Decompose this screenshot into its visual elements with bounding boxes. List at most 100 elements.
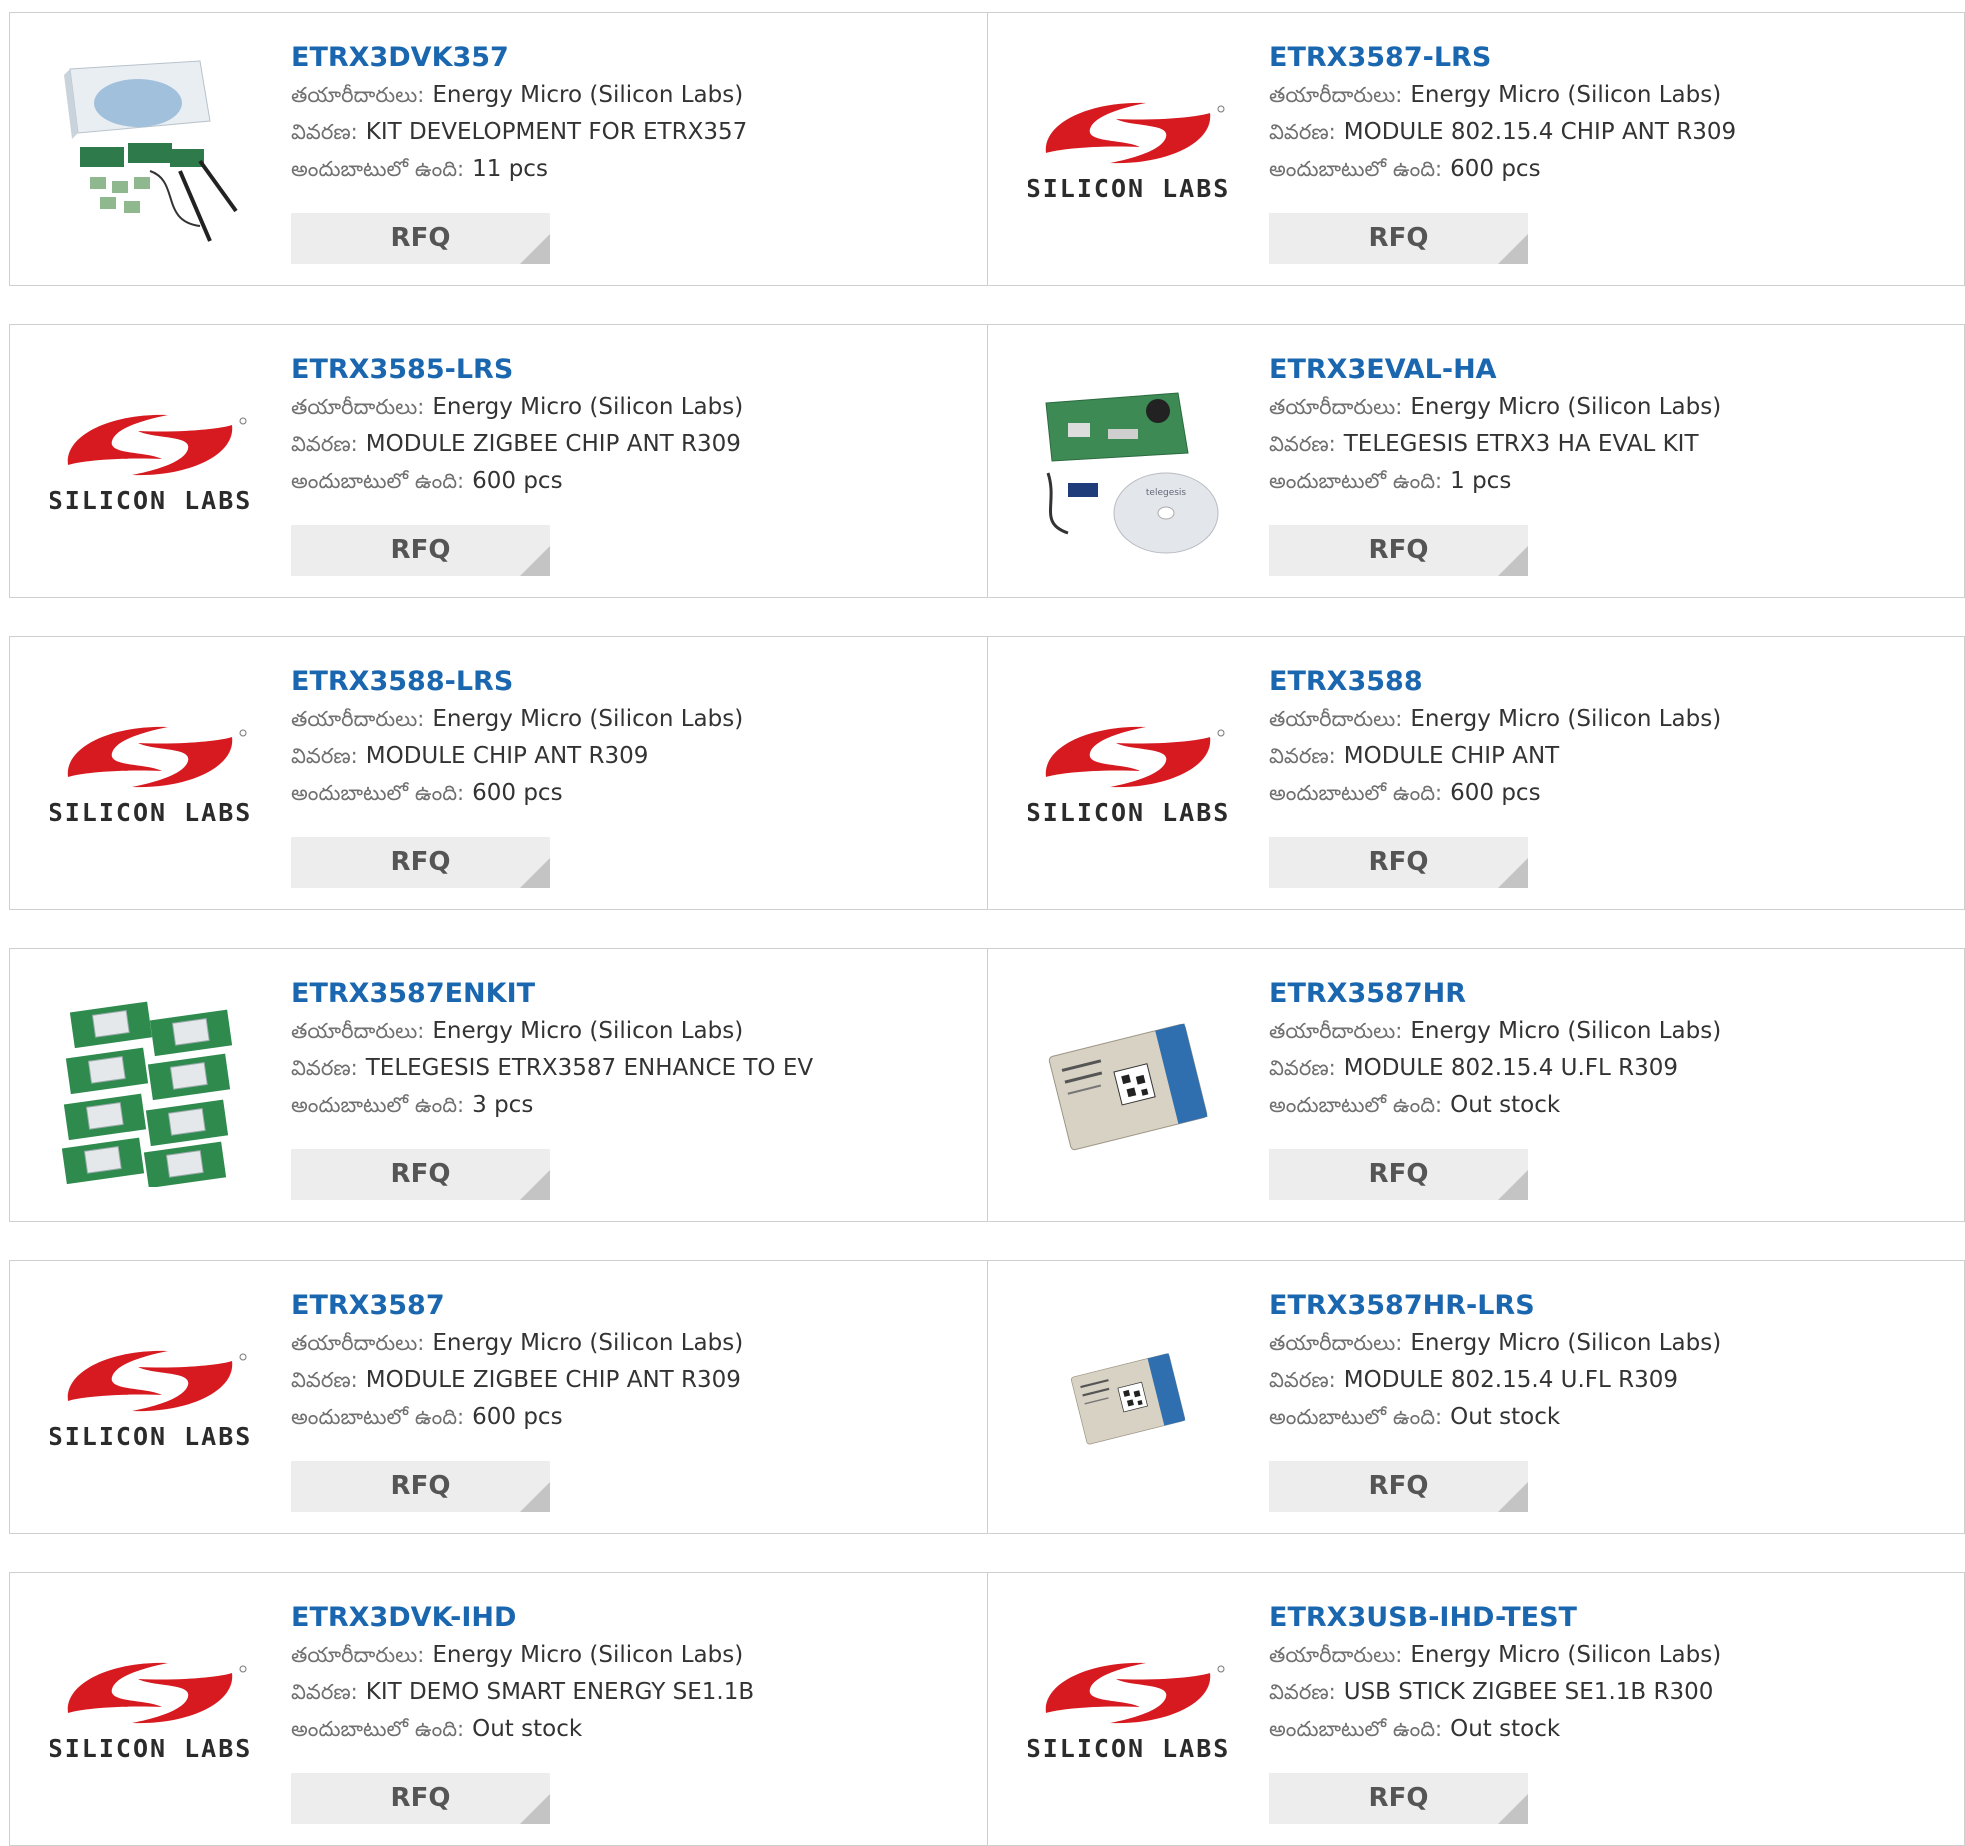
silicon-labs-logo[interactable]: SILICON LABS	[50, 675, 250, 875]
rfq-corner-triangle	[1498, 1170, 1528, 1200]
manufacturer-value: Energy Micro (Silicon Labs)	[432, 394, 744, 420]
rfq-corner-triangle	[1498, 1794, 1528, 1824]
rfq-button[interactable]: RFQ	[291, 525, 550, 576]
description-value: TELEGESIS ETRX3 HA EVAL KIT	[1343, 431, 1699, 457]
description-value: KIT DEMO SMART ENERGY SE1.1B	[365, 1679, 755, 1705]
manufacturer-value: Energy Micro (Silicon Labs)	[432, 1642, 744, 1668]
manufacturer-line: తయారీదారులు: Energy Micro (Silicon Labs)	[1269, 77, 1954, 114]
manufacturer-label: తయారీదారులు:	[1269, 707, 1403, 731]
silicon-labs-logo[interactable]: SILICON LABS	[50, 363, 250, 563]
rfq-corner-triangle	[520, 858, 550, 888]
product-part-link[interactable]: ETRX3588	[1269, 663, 1954, 701]
product-part-link[interactable]: ETRX3585-LRS	[291, 351, 977, 389]
description-value: TELEGESIS ETRX3587 ENHANCE TO EV	[365, 1055, 814, 1081]
product-part-link[interactable]: ETRX3587HR-LRS	[1269, 1287, 1954, 1325]
dev-kit-box-image[interactable]	[50, 51, 250, 251]
manufacturer-line: తయారీదారులు: Energy Micro (Silicon Labs)	[291, 77, 977, 114]
stock-line: అందుబాటులో ఉంది: 1 pcs	[1269, 463, 1954, 500]
manufacturer-line: తయారీదారులు: Energy Micro (Silicon Labs)	[1269, 701, 1954, 738]
manufacturer-line: తయారీదారులు: Energy Micro (Silicon Labs)	[1269, 1013, 1954, 1050]
rfq-corner-triangle	[1498, 858, 1528, 888]
stock-line: అందుబాటులో ఉంది: Out stock	[291, 1711, 977, 1748]
manufacturer-value: Energy Micro (Silicon Labs)	[1410, 1330, 1722, 1356]
stock-value: 11 pcs	[472, 156, 548, 182]
product-grid: ETRX3DVK357 తయారీదారులు: Energy Micro (Sil…	[0, 0, 1965, 1846]
description-line: వివరణ: MODULE ZIGBEE CHIP ANT R309	[291, 426, 977, 463]
description-label: వివరణ:	[291, 1368, 358, 1392]
stock-line: అందుబాటులో ఉంది: Out stock	[1269, 1087, 1954, 1124]
product-row: SILICON LABS ETRX3585-LRS తయారీదారులు: Ener…	[9, 324, 1965, 598]
rfq-button[interactable]: RFQ	[291, 837, 550, 888]
stock-line: అందుబాటులో ఉంది: 600 pcs	[291, 463, 977, 500]
rfq-button[interactable]: RFQ	[291, 1461, 550, 1512]
rfq-corner-triangle	[520, 546, 550, 576]
product-card: ETRX3587HR తయారీదారులు: Energy Micro (Sili…	[987, 949, 1964, 1221]
manufacturer-line: తయారీదారులు: Energy Micro (Silicon Labs)	[291, 701, 977, 738]
product-card: SILICON LABS ETRX3588-LRS తయారీదారులు: Ener…	[10, 637, 987, 909]
rfq-corner-triangle	[1498, 546, 1528, 576]
product-part-link[interactable]: ETRX3588-LRS	[291, 663, 977, 701]
manufacturer-line: తయారీదారులు: Energy Micro (Silicon Labs)	[291, 1013, 977, 1050]
silicon-labs-logo[interactable]: SILICON LABS	[1028, 1611, 1228, 1811]
product-row: ETRX3587ENKIT తయారీదారులు: Energy Micro (S…	[9, 948, 1965, 1222]
rf-module-image[interactable]	[1028, 987, 1228, 1187]
product-part-link[interactable]: ETRX3587HR	[1269, 975, 1954, 1013]
stock-line: అందుబాటులో ఉంది: 600 pcs	[291, 1399, 977, 1436]
product-card: ETRX3DVK357 తయారీదారులు: Energy Micro (Sil…	[10, 13, 987, 285]
product-info: ETRX3587HR-LRS తయారీదారులు: Energy Micro (…	[1269, 1287, 1954, 1436]
manufacturer-value: Energy Micro (Silicon Labs)	[432, 1330, 744, 1356]
rfq-button[interactable]: RFQ	[291, 1149, 550, 1200]
product-part-link[interactable]: ETRX3USB-IHD-TEST	[1269, 1599, 1954, 1637]
stock-label: అందుబాటులో ఉంది:	[291, 469, 465, 493]
product-info: ETRX3588-LRS తయారీదారులు: Energy Micro (Si…	[291, 663, 977, 812]
description-value: KIT DEVELOPMENT FOR ETRX357	[365, 119, 748, 145]
module-boards-image[interactable]	[50, 987, 250, 1187]
manufacturer-line: తయారీదారులు: Energy Micro (Silicon Labs)	[291, 1637, 977, 1674]
silicon-labs-logo[interactable]: SILICON LABS	[50, 1611, 250, 1811]
description-line: వివరణ: MODULE 802.15.4 CHIP ANT R309	[1269, 114, 1954, 151]
stock-line: అందుబాటులో ఉంది: 600 pcs	[1269, 775, 1954, 812]
rfq-button[interactable]: RFQ	[1269, 1149, 1528, 1200]
silicon-labs-logo[interactable]: SILICON LABS	[50, 1299, 250, 1499]
rfq-button[interactable]: RFQ	[1269, 1461, 1528, 1512]
stock-line: అందుబాటులో ఉంది: Out stock	[1269, 1399, 1954, 1436]
silicon-labs-logo[interactable]: SILICON LABS	[1028, 51, 1228, 251]
rf-module-small-image[interactable]	[1028, 1299, 1228, 1499]
description-value: MODULE ZIGBEE CHIP ANT R309	[365, 1367, 741, 1393]
rfq-button[interactable]: RFQ	[291, 213, 550, 264]
product-part-link[interactable]: ETRX3587ENKIT	[291, 975, 977, 1013]
product-part-link[interactable]: ETRX3DVK357	[291, 39, 977, 77]
silicon-labs-logo[interactable]: SILICON LABS	[1028, 675, 1228, 875]
description-label: వివరణ:	[291, 744, 358, 768]
description-label: వివరణ:	[1269, 744, 1336, 768]
description-value: USB STICK ZIGBEE SE1.1B R300	[1343, 1679, 1714, 1705]
stock-value: Out stock	[1450, 1092, 1561, 1118]
stock-label: అందుబాటులో ఉంది:	[1269, 781, 1443, 805]
rfq-button[interactable]: RFQ	[1269, 525, 1528, 576]
product-part-link[interactable]: ETRX3587-LRS	[1269, 39, 1954, 77]
manufacturer-label: తయారీదారులు:	[1269, 1019, 1403, 1043]
product-row: SILICON LABS ETRX3588-LRS తయారీదారులు: Ener…	[9, 636, 1965, 910]
manufacturer-label: తయారీదారులు:	[291, 83, 425, 107]
manufacturer-label: తయారీదారులు:	[1269, 83, 1403, 107]
product-part-link[interactable]: ETRX3EVAL-HA	[1269, 351, 1954, 389]
logo-wordmark: SILICON LABS	[50, 1734, 250, 1763]
description-line: వివరణ: TELEGESIS ETRX3 HA EVAL KIT	[1269, 426, 1954, 463]
manufacturer-label: తయారీదారులు:	[291, 395, 425, 419]
description-value: MODULE 802.15.4 CHIP ANT R309	[1343, 119, 1737, 145]
rfq-button[interactable]: RFQ	[1269, 837, 1528, 888]
stock-label: అందుబాటులో ఉంది:	[291, 1405, 465, 1429]
description-line: వివరణ: KIT DEVELOPMENT FOR ETRX357	[291, 114, 977, 151]
product-part-link[interactable]: ETRX3587	[291, 1287, 977, 1325]
rfq-button[interactable]: RFQ	[1269, 1773, 1528, 1824]
rfq-button[interactable]: RFQ	[291, 1773, 550, 1824]
stock-label: అందుబాటులో ఉంది:	[291, 1717, 465, 1741]
eval-kit-board-cd-image[interactable]: telegesis	[1028, 363, 1228, 563]
product-card: ETRX3587ENKIT తయారీదారులు: Energy Micro (S…	[10, 949, 987, 1221]
stock-label: అందుబాటులో ఉంది:	[1269, 469, 1443, 493]
product-part-link[interactable]: ETRX3DVK-IHD	[291, 1599, 977, 1637]
stock-label: అందుబాటులో ఉంది:	[291, 1093, 465, 1117]
stock-label: అందుబాటులో ఉంది:	[1269, 1093, 1443, 1117]
description-line: వివరణ: TELEGESIS ETRX3587 ENHANCE TO EV	[291, 1050, 977, 1087]
rfq-button[interactable]: RFQ	[1269, 213, 1528, 264]
